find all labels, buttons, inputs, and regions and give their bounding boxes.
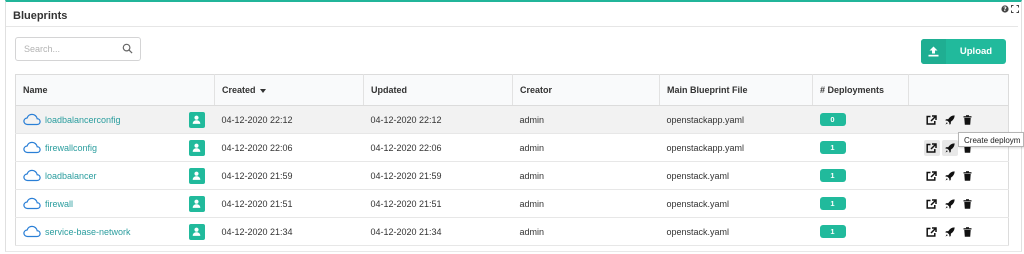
cloud-icon — [23, 141, 41, 154]
blueprint-name: loadbalancer — [45, 170, 97, 181]
widget-corner-icons: ? — [1001, 5, 1019, 15]
table-row[interactable]: service-base-network 04-12-2020 21:34 04… — [15, 217, 1009, 246]
trash-icon[interactable] — [960, 112, 976, 128]
row-actions — [916, 196, 1009, 212]
sort-descending-icon — [259, 88, 266, 93]
deployments-cell: 1 — [812, 217, 909, 246]
expand-icon[interactable] — [1011, 5, 1019, 15]
rocket-icon[interactable] — [942, 224, 958, 240]
row-actions — [916, 224, 1009, 240]
blueprint-name: firewall — [45, 198, 74, 209]
creator-cell: admin — [512, 105, 660, 134]
column-header-deployments[interactable]: # Deployments — [812, 74, 909, 106]
row-actions — [916, 112, 1009, 128]
deployments-count-badge: 1 — [819, 141, 846, 154]
svg-text:?: ? — [1003, 6, 1007, 13]
trash-icon[interactable] — [960, 168, 976, 184]
search-box[interactable] — [15, 37, 141, 61]
blueprint-name: firewallconfig — [45, 142, 98, 153]
cloud-icon — [23, 169, 41, 182]
user-icon — [188, 139, 205, 156]
deployments-count-badge: 1 — [819, 225, 846, 238]
blueprint-name: service-base-network — [45, 226, 131, 237]
row-actions — [916, 168, 1009, 184]
share-icon[interactable] — [924, 168, 940, 184]
updated-cell: 04-12-2020 22:12 — [363, 105, 513, 134]
column-header-name[interactable]: Name — [15, 74, 215, 106]
main-file-cell: openstack.yaml — [659, 189, 813, 218]
search-icon[interactable] — [122, 43, 133, 54]
user-icon — [188, 111, 205, 128]
main-file-cell: openstackapp.yaml — [659, 133, 813, 162]
blueprints-table: Name Created Updated Creator Main Bluepr… — [15, 74, 1009, 246]
share-icon[interactable] — [924, 196, 940, 212]
rocket-icon[interactable] — [942, 168, 958, 184]
upload-button[interactable]: Upload — [921, 39, 1006, 64]
create-deployment-tooltip: Create deploym — [958, 132, 1024, 147]
blueprint-name-link[interactable]: loadbalancerconfig — [23, 113, 121, 126]
blueprints-widget: Blueprints ? Upload Name — [5, 0, 1022, 252]
rocket-icon[interactable] — [942, 196, 958, 212]
main-file-cell: openstackapp.yaml — [659, 105, 813, 134]
updated-cell: 04-12-2020 21:34 — [363, 217, 513, 246]
share-icon[interactable] — [924, 112, 940, 128]
user-icon — [188, 167, 205, 184]
column-header-updated[interactable]: Updated — [363, 74, 513, 106]
blueprint-name-link[interactable]: firewall — [23, 197, 73, 210]
updated-cell: 04-12-2020 21:51 — [363, 189, 513, 218]
column-header-created[interactable]: Created — [214, 74, 364, 106]
deployments-cell: 1 — [812, 161, 909, 190]
blueprint-name-link[interactable]: loadbalancer — [23, 169, 97, 182]
deployments-count-badge: 1 — [819, 169, 846, 182]
column-header-main-blueprint-file[interactable]: Main Blueprint File — [659, 74, 813, 106]
table-row[interactable]: firewallconfig 04-12-2020 22:06 04-12-20… — [15, 133, 1009, 162]
column-header-actions — [908, 74, 1009, 106]
deployments-count-badge: 0 — [819, 113, 846, 126]
column-header-creator[interactable]: Creator — [512, 74, 660, 106]
help-circle-icon[interactable]: ? — [1001, 5, 1009, 15]
title-divider — [6, 26, 1018, 27]
blueprint-name: loadbalancerconfig — [45, 114, 121, 125]
table-row[interactable]: firewall 04-12-2020 21:51 04-12-2020 21:… — [15, 189, 1009, 218]
updated-cell: 04-12-2020 22:06 — [363, 133, 513, 162]
trash-icon[interactable] — [960, 196, 976, 212]
deployments-cell: 1 — [812, 189, 909, 218]
created-cell: 04-12-2020 22:12 — [214, 105, 364, 134]
share-icon[interactable] — [924, 224, 940, 240]
user-icon — [188, 223, 205, 240]
creator-cell: admin — [512, 217, 660, 246]
rocket-icon[interactable] — [942, 112, 958, 128]
main-file-cell: openstack.yaml — [659, 217, 813, 246]
table-row[interactable]: loadbalancer 04-12-2020 21:59 04-12-2020… — [15, 161, 1009, 190]
widget-title: Blueprints — [13, 10, 68, 22]
created-cell: 04-12-2020 21:51 — [214, 189, 364, 218]
creator-cell: admin — [512, 161, 660, 190]
deployments-cell: 0 — [812, 105, 909, 134]
cloud-icon — [23, 225, 41, 238]
deployments-count-badge: 1 — [819, 197, 846, 210]
search-input[interactable] — [24, 39, 120, 59]
trash-icon[interactable] — [960, 224, 976, 240]
upload-label: Upload — [959, 46, 993, 57]
table-row[interactable]: loadbalancerconfig 04-12-2020 22:12 04-1… — [15, 105, 1009, 134]
rocket-icon[interactable] — [941, 139, 958, 156]
deployments-cell: 1 — [812, 133, 909, 162]
creator-cell: admin — [512, 133, 660, 162]
blueprint-name-link[interactable]: service-base-network — [23, 225, 131, 238]
cloud-icon — [23, 113, 41, 126]
updated-cell: 04-12-2020 21:59 — [363, 161, 513, 190]
created-cell: 04-12-2020 21:59 — [214, 161, 364, 190]
created-cell: 04-12-2020 21:34 — [214, 217, 364, 246]
upload-icon — [921, 39, 946, 64]
table-header-row: Name Created Updated Creator Main Bluepr… — [15, 74, 1009, 106]
creator-cell: admin — [512, 189, 660, 218]
main-file-cell: openstack.yaml — [659, 161, 813, 190]
created-cell: 04-12-2020 22:06 — [214, 133, 364, 162]
blueprint-name-link[interactable]: firewallconfig — [23, 141, 97, 154]
share-icon[interactable] — [923, 139, 940, 156]
cloud-icon — [23, 197, 41, 210]
user-icon — [188, 195, 205, 212]
